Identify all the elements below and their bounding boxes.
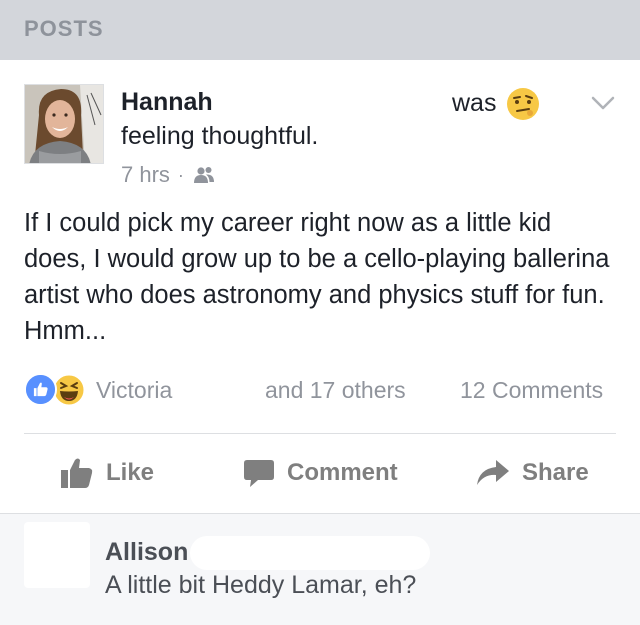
post-timestamp[interactable]: 7 hrs <box>121 162 170 188</box>
comment-label: Comment <box>287 459 398 486</box>
post-body: If I could pick my career right now as a… <box>24 209 610 345</box>
reactions-bar[interactable]: Victoria and 17 others 12 Comments <box>24 373 620 407</box>
author-avatar[interactable] <box>24 84 104 164</box>
section-title: POSTS <box>24 16 104 41</box>
comment-button[interactable]: Comment <box>243 453 398 493</box>
author-name[interactable]: Hannah <box>121 88 213 117</box>
comment-item: Allison A little bit Heddy Lamar, eh? <box>0 513 640 625</box>
share-label: Share <box>522 459 589 486</box>
chevron-down-icon[interactable] <box>589 93 617 113</box>
actions-divider <box>24 433 616 434</box>
redacted-area <box>190 536 430 570</box>
like-label: Like <box>106 459 155 486</box>
like-icon <box>24 373 57 406</box>
commenter-avatar[interactable] <box>24 522 90 588</box>
friends-icon <box>193 167 214 183</box>
comments-count[interactable]: 12 Comments <box>460 377 603 404</box>
share-icon <box>477 460 509 485</box>
like-button[interactable]: Like <box>60 453 154 493</box>
comment-text: A little bit Heddy Lamar, eh? <box>105 571 417 599</box>
avatar-photo <box>25 85 103 163</box>
comment-icon <box>244 460 274 487</box>
thoughtful-emoji-icon <box>507 88 539 120</box>
posts-section-header: POSTS <box>0 0 640 60</box>
post-meta: 7 hrs · <box>121 162 216 188</box>
reactor-name[interactable]: Victoria <box>96 377 172 404</box>
feeling-status: feeling thoughtful. <box>121 122 319 150</box>
commenter-name[interactable]: Allison <box>105 538 188 567</box>
thumbs-up-icon <box>61 458 93 488</box>
was-label: was <box>452 89 497 117</box>
reactions-others[interactable]: and 17 others <box>265 377 406 404</box>
haha-icon <box>52 373 86 407</box>
share-button[interactable]: Share <box>476 453 589 493</box>
meta-separator: · <box>177 164 184 185</box>
post-card: Hannah was feeling thoughtful. 7 hrs · I… <box>0 60 640 513</box>
